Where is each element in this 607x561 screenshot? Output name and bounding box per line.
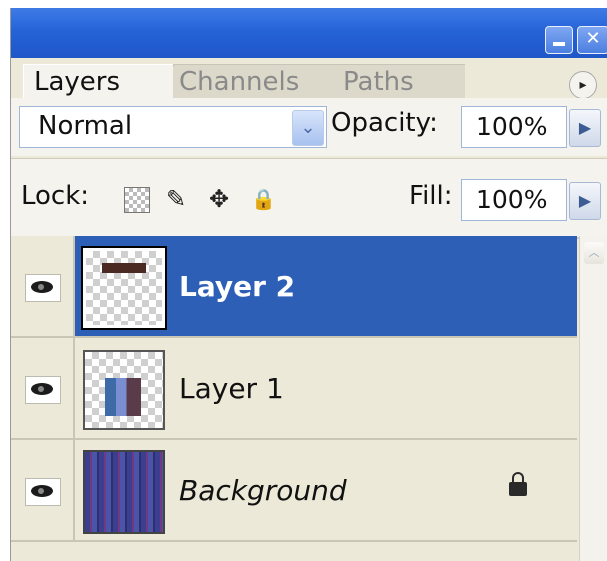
lock-image-brush-icon[interactable]: ✎ [166, 185, 186, 213]
layers-list: Layer 2 Layer 1 Background [11, 236, 577, 561]
layers-scrollbar[interactable]: ︿ [579, 236, 607, 561]
layer-row-layer-1[interactable]: Layer 1 [11, 338, 577, 440]
panel-titlebar[interactable]: ✕ [11, 8, 607, 58]
layer-lock-icon [509, 472, 527, 496]
fill-slider-button[interactable]: ▶ [569, 182, 601, 220]
close-icon[interactable]: ✕ [577, 26, 607, 54]
fill-input[interactable]: 100% [461, 179, 567, 221]
lock-label: Lock: [21, 181, 90, 211]
lock-transparent-icon[interactable] [124, 187, 150, 213]
eye-icon[interactable] [25, 478, 61, 506]
layer-row-background[interactable]: Background [11, 440, 577, 542]
opacity-label: Opacity: [331, 108, 438, 138]
visibility-cell[interactable] [11, 338, 75, 438]
eye-icon[interactable] [25, 376, 61, 404]
blend-mode-value: Normal [38, 111, 133, 141]
opacity-slider-button[interactable]: ▶ [569, 109, 601, 147]
tab-layers[interactable]: Layers [23, 64, 173, 98]
lock-fill-row: Lock: ✎ ✥ 🔒 Fill: 100% ▶ [11, 158, 607, 239]
lock-position-move-icon[interactable]: ✥ [209, 185, 229, 213]
tab-label: Channels [179, 67, 300, 97]
minimize-icon[interactable] [545, 26, 573, 54]
flyout-arrow-icon: ▸ [579, 77, 587, 93]
layer-thumbnail [81, 246, 167, 330]
thumbnail-content [102, 263, 146, 273]
panel-tabs: Paths Channels Layers ▸ [11, 58, 607, 99]
eye-icon[interactable] [25, 274, 61, 302]
layer-thumbnail [83, 350, 165, 430]
layer-name[interactable]: Layer 1 [179, 372, 284, 405]
fill-label: Fill: [409, 181, 453, 211]
blend-opacity-row: Normal ⌄ Opacity: 100% ▶ [11, 98, 607, 156]
panel-menu-flyout-button[interactable]: ▸ [569, 71, 597, 99]
tab-label: Layers [34, 67, 121, 97]
layer-thumbnail [83, 450, 165, 534]
opacity-input[interactable]: 100% [461, 106, 567, 148]
visibility-cell[interactable] [11, 440, 75, 540]
chevron-down-icon[interactable]: ⌄ [292, 110, 324, 146]
tab-label: Paths [343, 67, 414, 97]
visibility-cell[interactable] [11, 236, 75, 336]
blend-mode-select[interactable]: Normal ⌄ [19, 106, 327, 148]
thumbnail-content [105, 378, 141, 416]
layer-name[interactable]: Background [179, 474, 347, 507]
layer-name[interactable]: Layer 2 [179, 270, 295, 303]
lock-all-padlock-icon[interactable]: 🔒 [251, 185, 276, 213]
scroll-up-icon[interactable]: ︿ [584, 242, 604, 264]
layer-row-layer-2[interactable]: Layer 2 [11, 236, 577, 338]
layers-panel: ✕ Paths Channels Layers ▸ Normal ⌄ Opaci… [10, 8, 607, 561]
tab-channels[interactable]: Channels [169, 64, 339, 98]
tab-paths[interactable]: Paths [333, 64, 465, 98]
